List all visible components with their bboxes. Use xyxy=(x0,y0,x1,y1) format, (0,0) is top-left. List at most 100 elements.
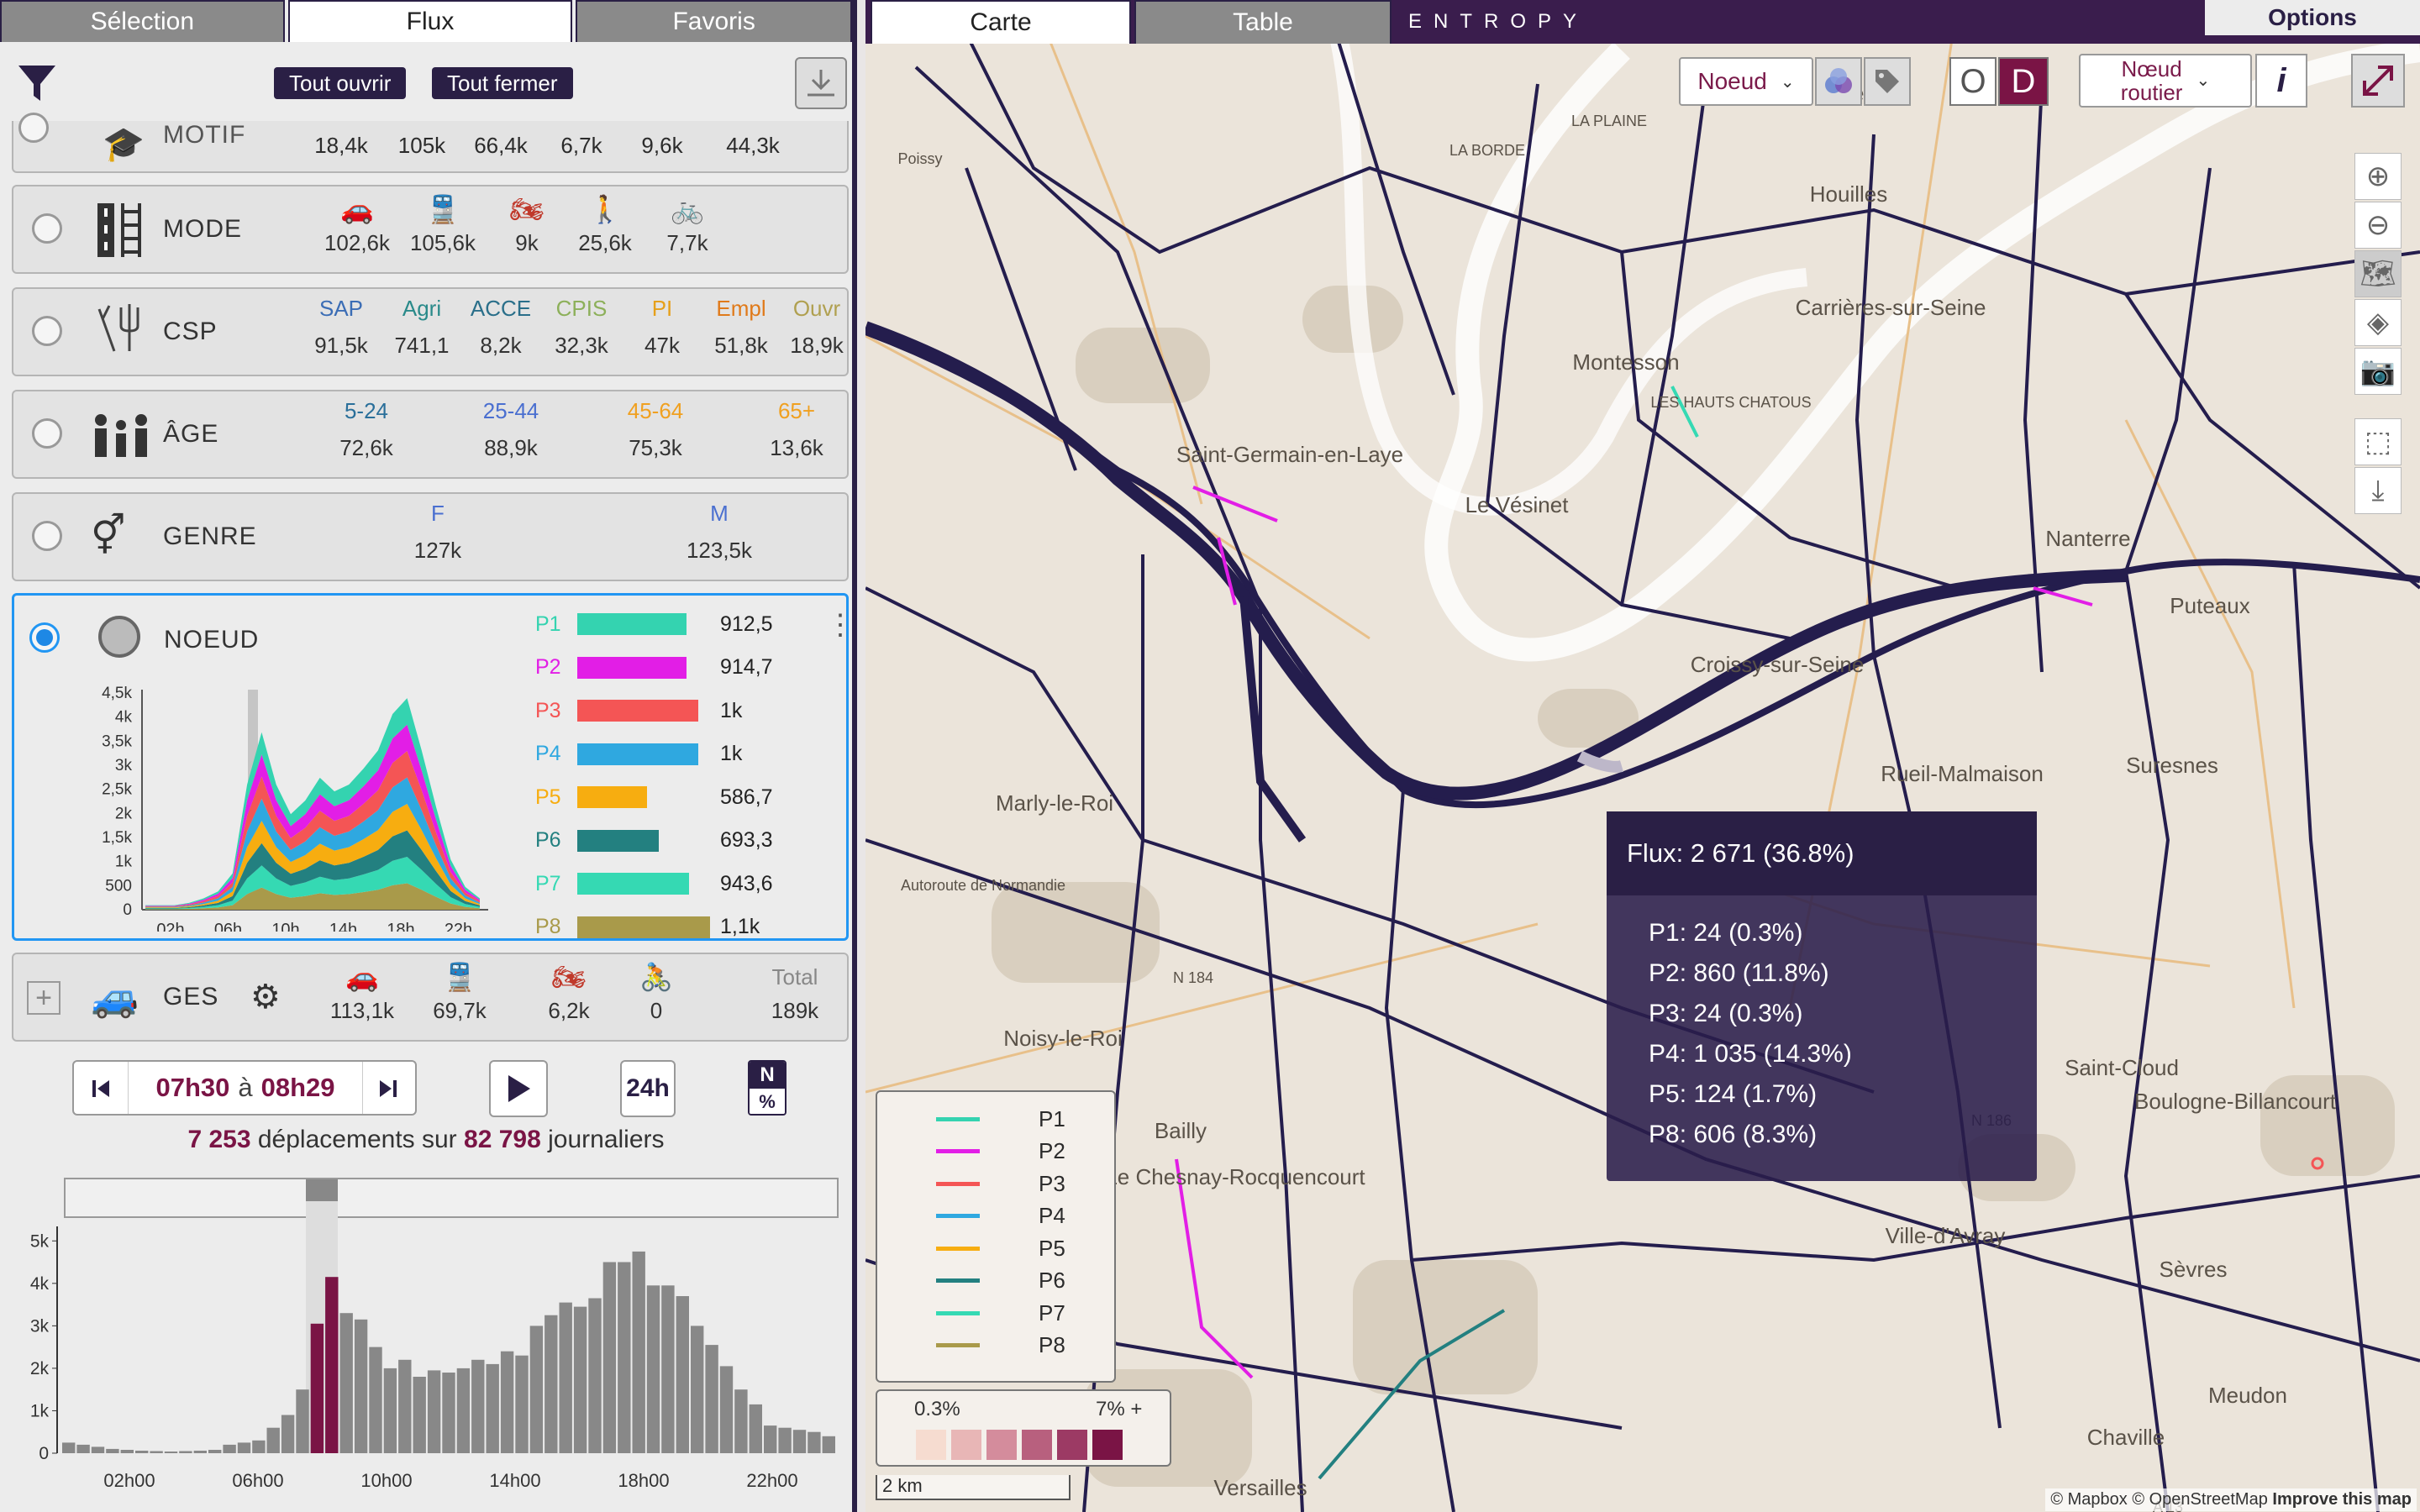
noeud-legend-row[interactable]: P6 693,3 xyxy=(535,824,773,858)
filter-icon[interactable] xyxy=(17,62,57,104)
fullscreen-icon[interactable] xyxy=(2351,54,2405,108)
bike-icon: 🚴 xyxy=(639,962,673,992)
histogram-bar xyxy=(544,1315,558,1453)
tab-selection[interactable]: Sélection xyxy=(0,0,285,42)
genre-radio[interactable] xyxy=(32,521,62,551)
trip-mid: déplacements sur xyxy=(257,1126,457,1153)
noeud-radio[interactable] xyxy=(29,622,60,653)
motif-card[interactable]: MOTIF 18,4k 105k 66,4k 6,7k 9,6k 44,3k 🎓 xyxy=(12,121,849,173)
tab-favoris[interactable]: Favoris xyxy=(576,0,852,42)
europe-view-icon[interactable]: 🗺 xyxy=(2354,250,2402,297)
mode-card[interactable]: MODE 🚗 102,6k 🚆 105,6k 🏍 9k 🚶 25,6k 🚲 7,7k xyxy=(12,185,849,274)
scale-swatch xyxy=(1022,1430,1052,1460)
histogram-bar xyxy=(471,1359,485,1453)
motif-value: 105k xyxy=(397,133,446,158)
france-view-icon[interactable]: ◈ xyxy=(2354,299,2402,346)
camera-icon[interactable]: 📷 xyxy=(2354,348,2402,395)
improve-map-link[interactable]: Improve this map xyxy=(2272,1490,2412,1509)
car-mode: 🚗 102,6k xyxy=(319,193,395,256)
tag-icon[interactable] xyxy=(1864,57,1911,106)
legend-swatch xyxy=(936,1246,980,1251)
routier-select[interactable]: Nœud routier ⌄ xyxy=(2079,54,2252,108)
car-icon: 🚗 xyxy=(345,962,379,992)
genre-card[interactable]: ⚥ GENRE F 127k M 123,5k xyxy=(12,492,849,581)
csp-category: Empl 51,8k xyxy=(708,296,775,359)
noeud-legend-row[interactable]: P5 586,7 xyxy=(535,780,773,814)
age-label: 25-44 xyxy=(482,398,539,423)
n-option[interactable]: N xyxy=(750,1062,785,1089)
age-category: 45-64 75,3k xyxy=(613,398,697,461)
noeud-legend-row[interactable]: P8 1,1k xyxy=(535,911,760,944)
noeud-legend-value: 1k xyxy=(720,742,743,765)
noeud-card[interactable]: NOEUD ⋮ 4,5k 4k 3,5k 3k 2,5k 2k 1,5k 1k 500 0 02h 0… xyxy=(12,593,855,944)
train-mode: 🚆 105,6k xyxy=(397,193,489,256)
histogram-bar xyxy=(632,1251,645,1453)
bbox-select-icon[interactable]: ⬚ xyxy=(2354,418,2402,465)
map-place-label: LA PLAINE xyxy=(1571,113,1647,129)
noeud-legend-row[interactable]: P4 1k xyxy=(535,738,742,771)
histogram-bar xyxy=(62,1442,76,1453)
routier-select-value: Nœud routier xyxy=(2120,56,2183,105)
left-tabs: Sélection Flux Favoris xyxy=(0,0,852,44)
tab-table[interactable]: Table xyxy=(1134,0,1392,44)
noeud-select[interactable]: Noeud ⌄ xyxy=(1679,57,1813,106)
legend-label: P4 xyxy=(1039,1203,1065,1228)
motif-radio[interactable] xyxy=(18,113,49,143)
histogram-bar xyxy=(193,1451,207,1453)
play-button[interactable] xyxy=(489,1060,548,1117)
time-range-display[interactable]: 07h30 à 08h29 xyxy=(128,1062,363,1114)
options-button[interactable]: Options xyxy=(2205,0,2420,35)
noeud-y-tick: 4k xyxy=(115,709,133,727)
noeud-legend-row[interactable]: P1 912,5 xyxy=(535,607,773,641)
zoom-out-icon[interactable]: ⊖ xyxy=(2354,202,2402,249)
csp-value: 91,5k xyxy=(314,333,368,358)
noeud-legend-label: P5 xyxy=(535,785,561,809)
histogram-bar xyxy=(486,1363,499,1453)
mode-radio[interactable] xyxy=(32,213,62,244)
map-place-label: LA BORDE xyxy=(1449,142,1525,159)
legend-label: P6 xyxy=(1039,1268,1065,1293)
noeud-legend-row[interactable]: P2 914,7 xyxy=(535,651,773,685)
24h-toggle-button[interactable]: 24h xyxy=(620,1060,676,1117)
train-icon: 🚆 xyxy=(443,962,476,992)
histogram-y-tick: 1k xyxy=(30,1401,50,1420)
prev-step-icon[interactable] xyxy=(86,1074,116,1104)
histogram-x-tick: 02h00 xyxy=(103,1470,155,1491)
noeud-y-tick: 500 xyxy=(105,877,132,895)
destination-toggle[interactable]: D xyxy=(1998,57,2049,106)
histogram-bar xyxy=(398,1359,412,1453)
map-place-label: Puteaux xyxy=(2170,593,2249,618)
next-step-icon[interactable] xyxy=(373,1074,403,1104)
download-icon[interactable] xyxy=(795,57,847,109)
age-card[interactable]: ÂGE 5-24 72,6k 25-44 88,9k 45-64 75,3k 65+ 13,6… xyxy=(12,390,849,479)
map-place-label: Meudon xyxy=(2208,1383,2287,1408)
histogram-bar xyxy=(339,1313,353,1453)
age-label: 65+ xyxy=(777,398,816,423)
csp-radio[interactable] xyxy=(32,316,62,346)
tab-carte[interactable]: Carte xyxy=(871,0,1131,44)
color-blend-icon[interactable] xyxy=(1815,57,1862,106)
close-all-button[interactable]: Tout fermer xyxy=(432,67,573,99)
zoom-in-icon[interactable]: ⊕ xyxy=(2354,153,2402,200)
age-radio[interactable] xyxy=(32,418,62,449)
csp-card[interactable]: CSP SAP 91,5k Agri 741,1 ACCE 8,2k CPIS 32,3k PI… xyxy=(12,287,849,376)
csp-label: ACCE xyxy=(470,296,532,321)
percent-option[interactable]: % xyxy=(750,1089,785,1114)
gear-icon[interactable]: ⚙ xyxy=(250,978,281,1016)
histogram-bar xyxy=(310,1323,324,1453)
noeud-legend-row[interactable]: P7 943,6 xyxy=(535,867,773,900)
open-all-button[interactable]: Tout ouvrir xyxy=(274,67,407,99)
info-button[interactable]: i xyxy=(2255,54,2307,108)
map-download-icon[interactable]: ⤓ xyxy=(2354,467,2402,514)
n-percent-toggle[interactable]: N % xyxy=(748,1060,786,1116)
expand-plus-icon[interactable]: + xyxy=(27,981,60,1015)
ges-card[interactable]: + 🚙 GES ⚙ 🚗 113,1k 🚆 69,7k 🏍 6,2k 🚴 0 Total 1… xyxy=(12,953,849,1042)
origin-toggle[interactable]: O xyxy=(1949,57,1996,106)
map-place-label: Saint-Cloud xyxy=(2065,1055,2179,1080)
histogram-bar xyxy=(792,1430,807,1453)
noeud-legend-row[interactable]: P3 1k xyxy=(535,694,742,727)
csp-category: Ouvr 18,9k xyxy=(783,296,850,359)
tab-flux[interactable]: Flux xyxy=(287,0,573,42)
more-vert-icon[interactable]: ⋮ xyxy=(826,611,855,639)
time-range-control: 07h30 à 08h29 xyxy=(72,1060,417,1116)
